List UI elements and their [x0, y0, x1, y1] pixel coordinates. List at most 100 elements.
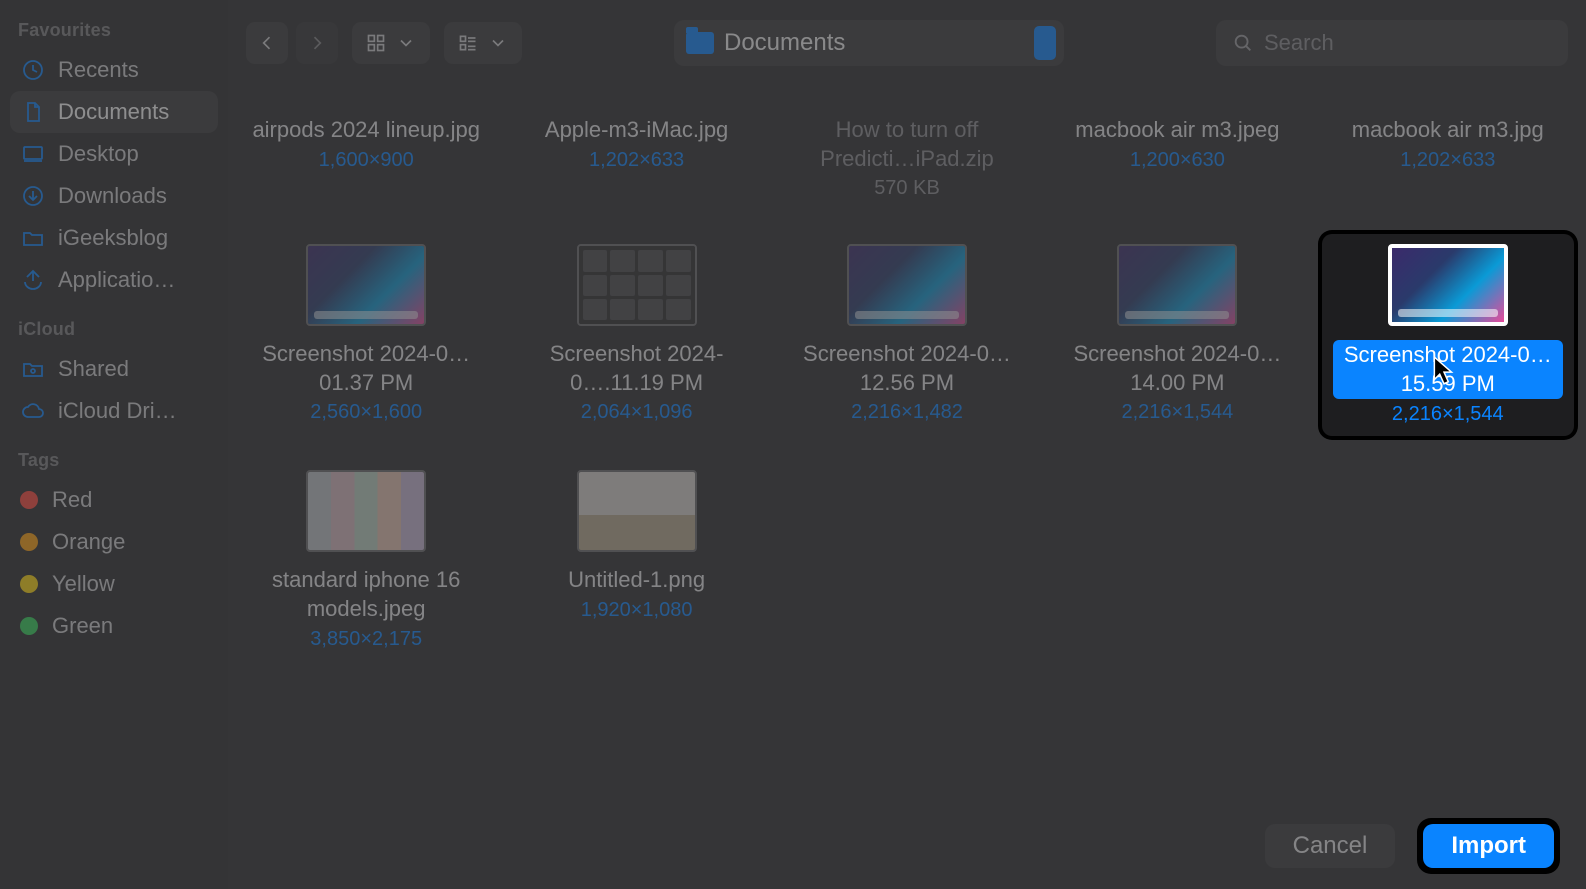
file-name: macbook air m3.jpeg: [1075, 116, 1279, 145]
file-name: Screenshot 2024-0….11.19 PM: [522, 340, 752, 397]
sidebar-item-label: Documents: [58, 99, 169, 125]
sidebar-item-igeeksblog[interactable]: iGeeksblog: [10, 217, 218, 259]
file-tile[interactable]: macbook air m3.jpeg 1,200×630: [1051, 92, 1303, 210]
cloud-icon: [20, 398, 46, 424]
file-meta: 2,560×1,600: [310, 401, 422, 424]
sidebar-item-icloud-dri-[interactable]: iCloud Dri…: [10, 390, 218, 432]
file-thumbnail: [1388, 244, 1508, 326]
tag-label: Yellow: [52, 571, 115, 597]
search-field[interactable]: [1216, 20, 1568, 66]
chevron-down-icon: [488, 33, 508, 53]
tag-label: Orange: [52, 529, 125, 555]
document-icon: [20, 99, 46, 125]
folder-icon: [20, 225, 46, 251]
file-tile[interactable]: airpods 2024 lineup.jpg 1,600×900: [240, 92, 492, 210]
file-meta: 1,920×1,080: [581, 599, 693, 622]
location-popup-button[interactable]: Documents: [674, 20, 1064, 66]
tag-dot-icon: [20, 617, 38, 635]
sidebar-item-documents[interactable]: Documents: [10, 91, 218, 133]
file-name: macbook air m3.jpg: [1352, 116, 1544, 145]
download-icon: [20, 183, 46, 209]
folder-icon: [686, 32, 714, 54]
nav-forward-button[interactable]: [296, 22, 338, 64]
stepper-icon: [1034, 26, 1056, 60]
file-meta: 2,064×1,096: [581, 401, 693, 424]
sidebar-section-favourites: Favourites: [18, 20, 210, 41]
search-input[interactable]: [1264, 30, 1552, 56]
file-name: Screenshot 2024-0…14.00 PM: [1062, 340, 1292, 397]
sidebar-item-shared[interactable]: Shared: [10, 348, 218, 390]
file-thumbnail: [577, 470, 697, 552]
file-tile[interactable]: macbook air m3.jpg 1,202×633: [1322, 92, 1574, 210]
tag-yellow[interactable]: Yellow: [10, 563, 218, 605]
sidebar-section-icloud: iCloud: [18, 319, 210, 340]
group-by-button[interactable]: [444, 22, 522, 64]
file-tile[interactable]: Untitled-1.png 1,920×1,080: [510, 460, 762, 660]
file-meta: 570 KB: [874, 177, 940, 200]
sidebar-item-label: Desktop: [58, 141, 139, 167]
sidebar-item-label: Recents: [58, 57, 139, 83]
sidebar-item-label: Downloads: [58, 183, 167, 209]
file-meta: 1,202×633: [1400, 149, 1495, 172]
sidebar: Favourites Recents Documents Desktop Downlo…: [0, 0, 228, 889]
file-name: Screenshot 2024-0…12.56 PM: [792, 340, 1022, 397]
sidebar-section-tags: Tags: [18, 450, 210, 471]
search-icon: [1232, 32, 1254, 54]
tag-dot-icon: [20, 533, 38, 551]
chevron-down-icon: [396, 33, 416, 53]
sidebar-item-label: iGeeksblog: [58, 225, 168, 251]
file-thumbnail: [847, 244, 967, 326]
file-meta: 2,216×1,544: [1122, 401, 1234, 424]
file-name: Apple-m3-iMac.jpg: [545, 116, 728, 145]
file-grid-container: airpods 2024 lineup.jpg 1,600×900 Apple-m3…: [228, 86, 1586, 803]
file-tile[interactable]: Screenshot 2024-0…14.00 PM 2,216×1,544: [1051, 234, 1303, 436]
tag-label: Red: [52, 487, 92, 513]
cancel-button[interactable]: Cancel: [1265, 824, 1396, 868]
tag-dot-icon: [20, 491, 38, 509]
tag-green[interactable]: Green: [10, 605, 218, 647]
desktop-icon: [20, 141, 46, 167]
file-tile: How to turn off Predicti…iPad.zip 570 KB: [781, 92, 1033, 210]
file-tile[interactable]: standard iphone 16 models.jpeg 3,850×2,17…: [240, 460, 492, 660]
file-tile[interactable]: Screenshot 2024-0…12.56 PM 2,216×1,482: [781, 234, 1033, 436]
sidebar-item-label: Applicatio…: [58, 267, 175, 293]
clock-icon: [20, 57, 46, 83]
sidebar-item-recents[interactable]: Recents: [10, 49, 218, 91]
file-tile[interactable]: Screenshot 2024-0…15.59 PM 2,216×1,544: [1322, 234, 1574, 436]
file-thumbnail: [1117, 244, 1237, 326]
sidebar-item-label: Shared: [58, 356, 129, 382]
sidebar-item-applicatio-[interactable]: Applicatio…: [10, 259, 218, 301]
file-tile[interactable]: Screenshot 2024-0…01.37 PM 2,560×1,600: [240, 234, 492, 436]
file-tile[interactable]: Apple-m3-iMac.jpg 1,202×633: [510, 92, 762, 210]
file-name: standard iphone 16 models.jpeg: [251, 566, 481, 623]
file-name: Untitled-1.png: [568, 566, 705, 595]
file-meta: 1,600×900: [319, 149, 414, 172]
tag-red[interactable]: Red: [10, 479, 218, 521]
file-meta: 3,850×2,175: [310, 628, 422, 651]
sidebar-item-label: iCloud Dri…: [58, 398, 177, 424]
file-name: Screenshot 2024-0…15.59 PM: [1333, 340, 1563, 399]
file-name: How to turn off Predicti…iPad.zip: [792, 116, 1022, 173]
file-name: airpods 2024 lineup.jpg: [252, 116, 480, 145]
sidebar-item-downloads[interactable]: Downloads: [10, 175, 218, 217]
dialog-footer: Cancel Import: [228, 803, 1586, 889]
import-button[interactable]: Import: [1423, 824, 1554, 868]
file-meta: 1,202×633: [589, 149, 684, 172]
tag-orange[interactable]: Orange: [10, 521, 218, 563]
shared-folder-icon: [20, 356, 46, 382]
nav-back-button[interactable]: [246, 22, 288, 64]
file-meta: 2,216×1,544: [1392, 403, 1504, 426]
file-thumbnail: [577, 244, 697, 326]
view-icon-mode-button[interactable]: [352, 22, 430, 64]
file-name: Screenshot 2024-0…01.37 PM: [251, 340, 481, 397]
location-label: Documents: [724, 29, 845, 57]
app-icon: [20, 267, 46, 293]
toolbar: Documents: [228, 0, 1586, 86]
tag-dot-icon: [20, 575, 38, 593]
file-meta: 2,216×1,482: [851, 401, 963, 424]
file-thumbnail: [306, 244, 426, 326]
file-thumbnail: [306, 470, 426, 552]
sidebar-item-desktop[interactable]: Desktop: [10, 133, 218, 175]
file-meta: 1,200×630: [1130, 149, 1225, 172]
file-tile[interactable]: Screenshot 2024-0….11.19 PM 2,064×1,096: [510, 234, 762, 436]
